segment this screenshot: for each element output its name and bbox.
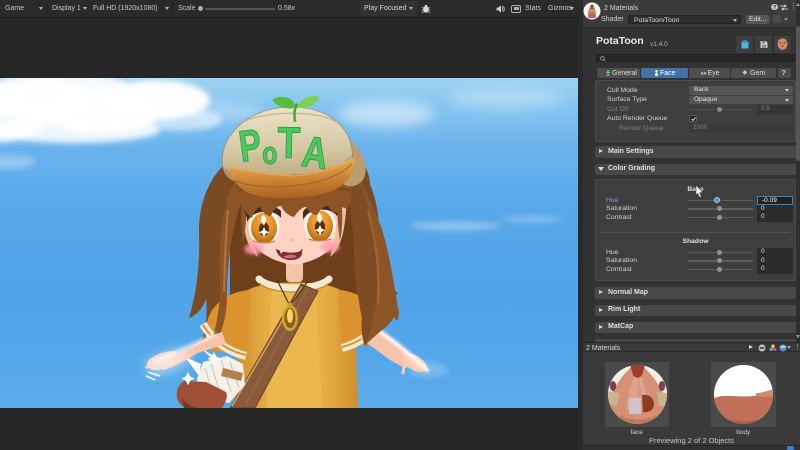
svg-text:T: T <box>277 118 301 168</box>
svg-text:o: o <box>262 136 278 171</box>
